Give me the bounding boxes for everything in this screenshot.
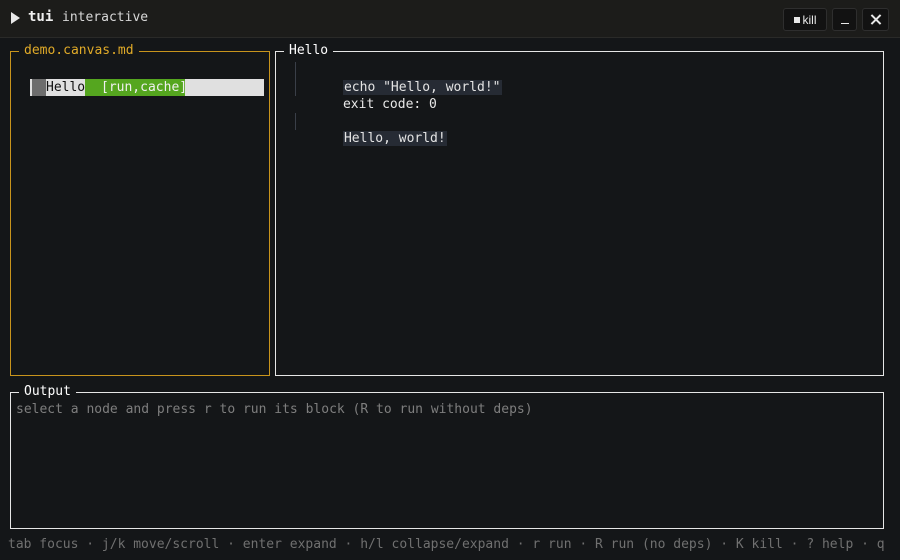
terminal-area: demo.canvas.md ▼meshfox Hello [run,cache…	[0, 38, 900, 560]
output-panel-title: Output	[19, 384, 76, 400]
selection-marker	[32, 79, 46, 96]
output-placeholder: select a node and press r to run its blo…	[16, 402, 533, 417]
kill-button[interactable]: kill	[783, 8, 827, 31]
result-line: Hello, world!	[296, 113, 447, 146]
tree-node-tags: [run,cache]	[85, 79, 187, 96]
exit-code-line: exit code: 0	[296, 79, 437, 112]
minimize-button[interactable]	[832, 8, 857, 31]
title-bar: tui interactive kill	[0, 0, 900, 38]
app-subtitle: interactive	[62, 10, 149, 25]
kill-button-label: kill	[802, 12, 817, 27]
document-panel[interactable]: Hello echo "Hello, world!" exit code: 0 …	[275, 43, 884, 376]
app-name: tui	[28, 9, 54, 25]
tree-indent	[15, 79, 30, 96]
close-button[interactable]	[862, 8, 889, 31]
close-icon	[869, 13, 882, 26]
code-line: echo "Hello, world!"	[296, 62, 502, 95]
minimize-icon	[841, 23, 849, 24]
play-icon	[11, 12, 20, 24]
stop-icon	[793, 16, 800, 23]
tree-node-selected[interactable]: Hello [run,cache]	[15, 79, 264, 96]
keybinding-hints: tab focus · j/k move/scroll · enter expa…	[8, 537, 885, 552]
tree-panel[interactable]: demo.canvas.md ▼meshfox Hello [run,cache…	[10, 43, 270, 376]
tree-panel-title: demo.canvas.md	[19, 43, 139, 59]
tree-node-label: Hello	[46, 80, 86, 95]
exit-code-text: exit code: 0	[342, 97, 437, 112]
document-panel-title: Hello	[284, 43, 334, 59]
output-panel[interactable]: Output select a node and press r to run …	[10, 384, 884, 529]
result-text: Hello, world!	[342, 131, 447, 146]
